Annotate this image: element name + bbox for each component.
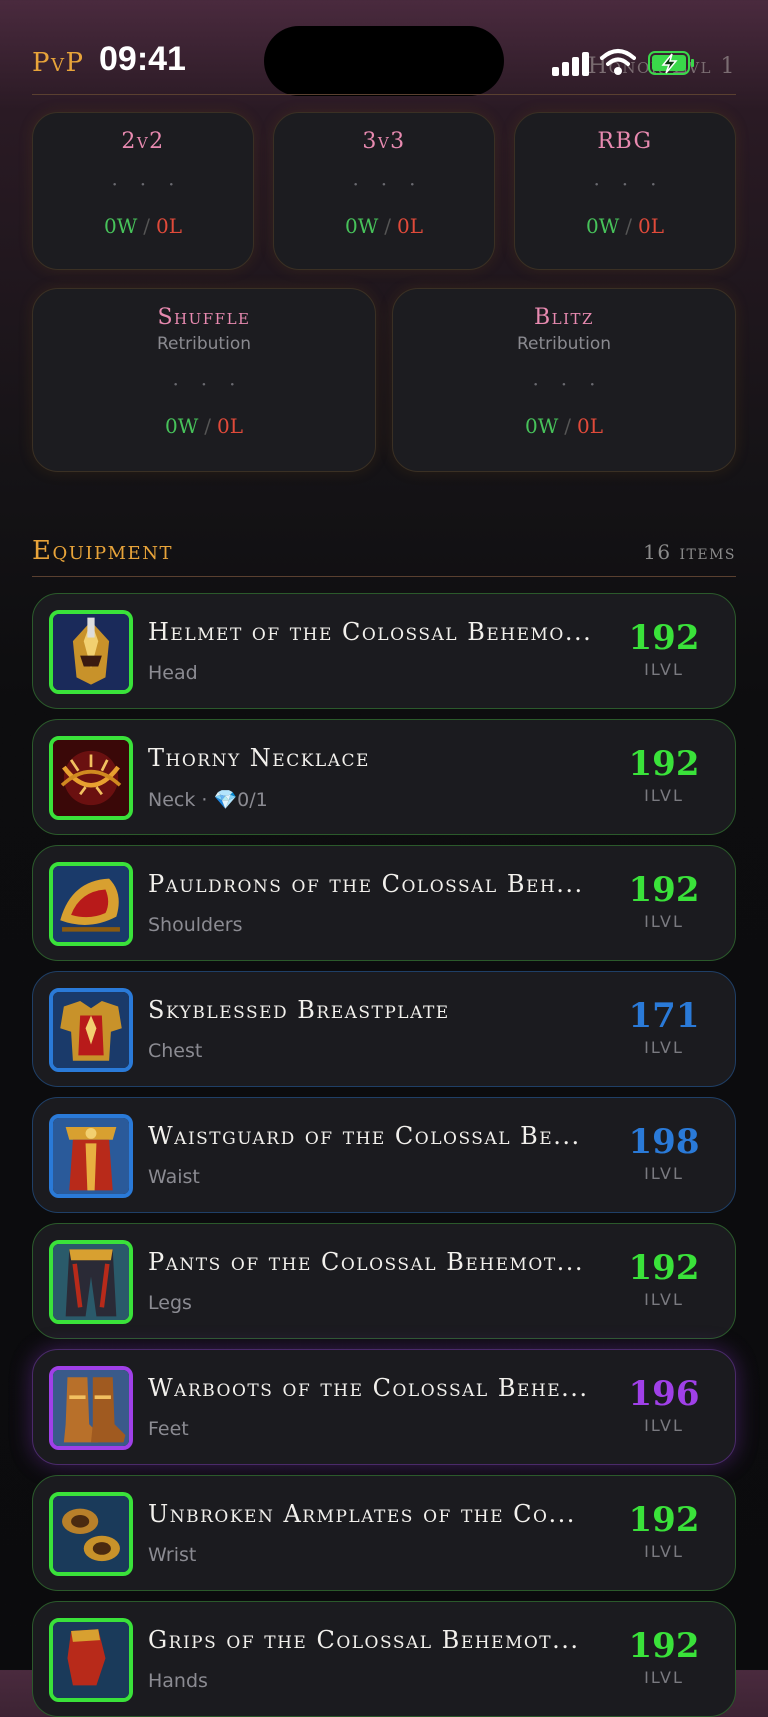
- item-name: Pants of the Colossal Behemot...: [148, 1248, 585, 1276]
- gauntlets-icon: [49, 1618, 133, 1702]
- item-name: Pauldrons of the Colossal Beh...: [148, 870, 584, 898]
- item-slot: Wrist: [148, 1544, 197, 1566]
- bracket-card-rbg[interactable]: RBG ··· 0W/0L: [514, 112, 736, 270]
- bracket-name: 3v3: [362, 129, 406, 154]
- equipment-item-shoulders[interactable]: Pauldrons of the Colossal Beh... Shoulde…: [32, 845, 736, 961]
- header-divider: [32, 94, 736, 95]
- item-level: 171 ILVL: [628, 996, 700, 1057]
- helmet-icon: [49, 610, 133, 694]
- item-name: Waistguard of the Colossal Be...: [148, 1122, 581, 1150]
- win-loss-record: 0W/0L: [103, 214, 183, 238]
- pants-icon: [49, 1240, 133, 1324]
- item-level: 192 ILVL: [628, 870, 700, 931]
- equipment-item-legs[interactable]: Pants of the Colossal Behemot... Legs 19…: [32, 1223, 736, 1339]
- bracket-name: Blitz: [534, 305, 594, 330]
- item-slot: Head: [148, 662, 198, 684]
- bracket-name: 2v2: [121, 129, 165, 154]
- shoulders-icon: [49, 862, 133, 946]
- equipment-item-wrist[interactable]: Unbroken Armplates of the Co... Wrist 19…: [32, 1475, 736, 1591]
- equipment-item-neck[interactable]: Thorny Necklace Neck · 💎0/1 192 ILVL: [32, 719, 736, 835]
- bracket-card-2v2[interactable]: 2v2 ··· 0W/0L: [32, 112, 254, 270]
- item-level: 192 ILVL: [628, 618, 700, 679]
- waistguard-icon: [49, 1114, 133, 1198]
- rating-placeholder: ···: [111, 172, 197, 196]
- equipment-item-head[interactable]: Helmet of the Colossal Behemo... Head 19…: [32, 593, 736, 709]
- win-loss-record: 0W/0L: [344, 214, 424, 238]
- item-slot: Hands: [148, 1670, 208, 1692]
- necklace-icon: [49, 736, 133, 820]
- bracket-card-blitz[interactable]: Blitz Retribution ··· 0W/0L: [392, 288, 736, 472]
- dynamic-island: [264, 26, 504, 96]
- item-level: 192 ILVL: [628, 1626, 700, 1687]
- item-name: Grips of the Colossal Behemot...: [148, 1626, 580, 1654]
- item-name: Unbroken Armplates of the Co...: [148, 1500, 576, 1528]
- signal-icon: [552, 52, 590, 76]
- breastplate-icon: [49, 988, 133, 1072]
- item-slot: Feet: [148, 1418, 189, 1440]
- equipment-item-feet[interactable]: Warboots of the Colossal Behe... Feet 19…: [32, 1349, 736, 1465]
- bracket-name: RBG: [597, 129, 653, 154]
- item-name: Skyblessed Breastplate: [148, 996, 450, 1024]
- battery-charging-icon: [648, 51, 694, 75]
- equipment-item-chest[interactable]: Skyblessed Breastplate Chest 171 ILVL: [32, 971, 736, 1087]
- win-loss-record: 0W/0L: [585, 214, 665, 238]
- rating-placeholder: ···: [352, 172, 438, 196]
- rating-placeholder: ···: [172, 372, 258, 396]
- equipment-divider: [32, 576, 736, 577]
- equipment-item-waist[interactable]: Waistguard of the Colossal Be... Waist 1…: [32, 1097, 736, 1213]
- item-slot: Waist: [148, 1166, 200, 1188]
- item-level: 192 ILVL: [628, 1248, 700, 1309]
- status-bar: PvP 09:41 Honor Lvl 1: [0, 0, 768, 96]
- boots-icon: [49, 1366, 133, 1450]
- win-loss-record: 0W/0L: [164, 414, 244, 438]
- item-level: 196 ILVL: [628, 1374, 700, 1435]
- equipment-item-hands[interactable]: Grips of the Colossal Behemot... Hands 1…: [32, 1601, 736, 1717]
- clock: 09:41: [99, 40, 186, 78]
- item-name: Helmet of the Colossal Behemo...: [148, 618, 593, 646]
- item-slot: Neck · 💎0/1: [148, 789, 268, 811]
- bracket-card-shuffle[interactable]: Shuffle Retribution ··· 0W/0L: [32, 288, 376, 472]
- win-loss-record: 0W/0L: [524, 414, 604, 438]
- item-level: 192 ILVL: [628, 744, 700, 805]
- bracket-spec: Retribution: [516, 334, 611, 354]
- item-level: 192 ILVL: [628, 1500, 700, 1561]
- bracket-card-3v3[interactable]: 3v3 ··· 0W/0L: [273, 112, 495, 270]
- rating-placeholder: ···: [593, 172, 679, 196]
- equipment-item-count: 16 items: [643, 540, 736, 564]
- page-title: PvP: [32, 48, 85, 78]
- item-name: Thorny Necklace: [148, 744, 370, 772]
- bracket-spec: Retribution: [156, 334, 251, 354]
- rating-placeholder: ···: [532, 372, 618, 396]
- bracket-name: Shuffle: [157, 305, 251, 330]
- armplates-icon: [49, 1492, 133, 1576]
- item-slot: Legs: [148, 1292, 192, 1314]
- item-slot: Shoulders: [148, 914, 243, 936]
- equipment-section-title: Equipment: [32, 536, 173, 566]
- item-name: Warboots of the Colossal Behe...: [148, 1374, 589, 1402]
- item-level: 198 ILVL: [628, 1122, 700, 1183]
- wifi-icon: [600, 49, 636, 75]
- item-slot: Chest: [148, 1040, 203, 1062]
